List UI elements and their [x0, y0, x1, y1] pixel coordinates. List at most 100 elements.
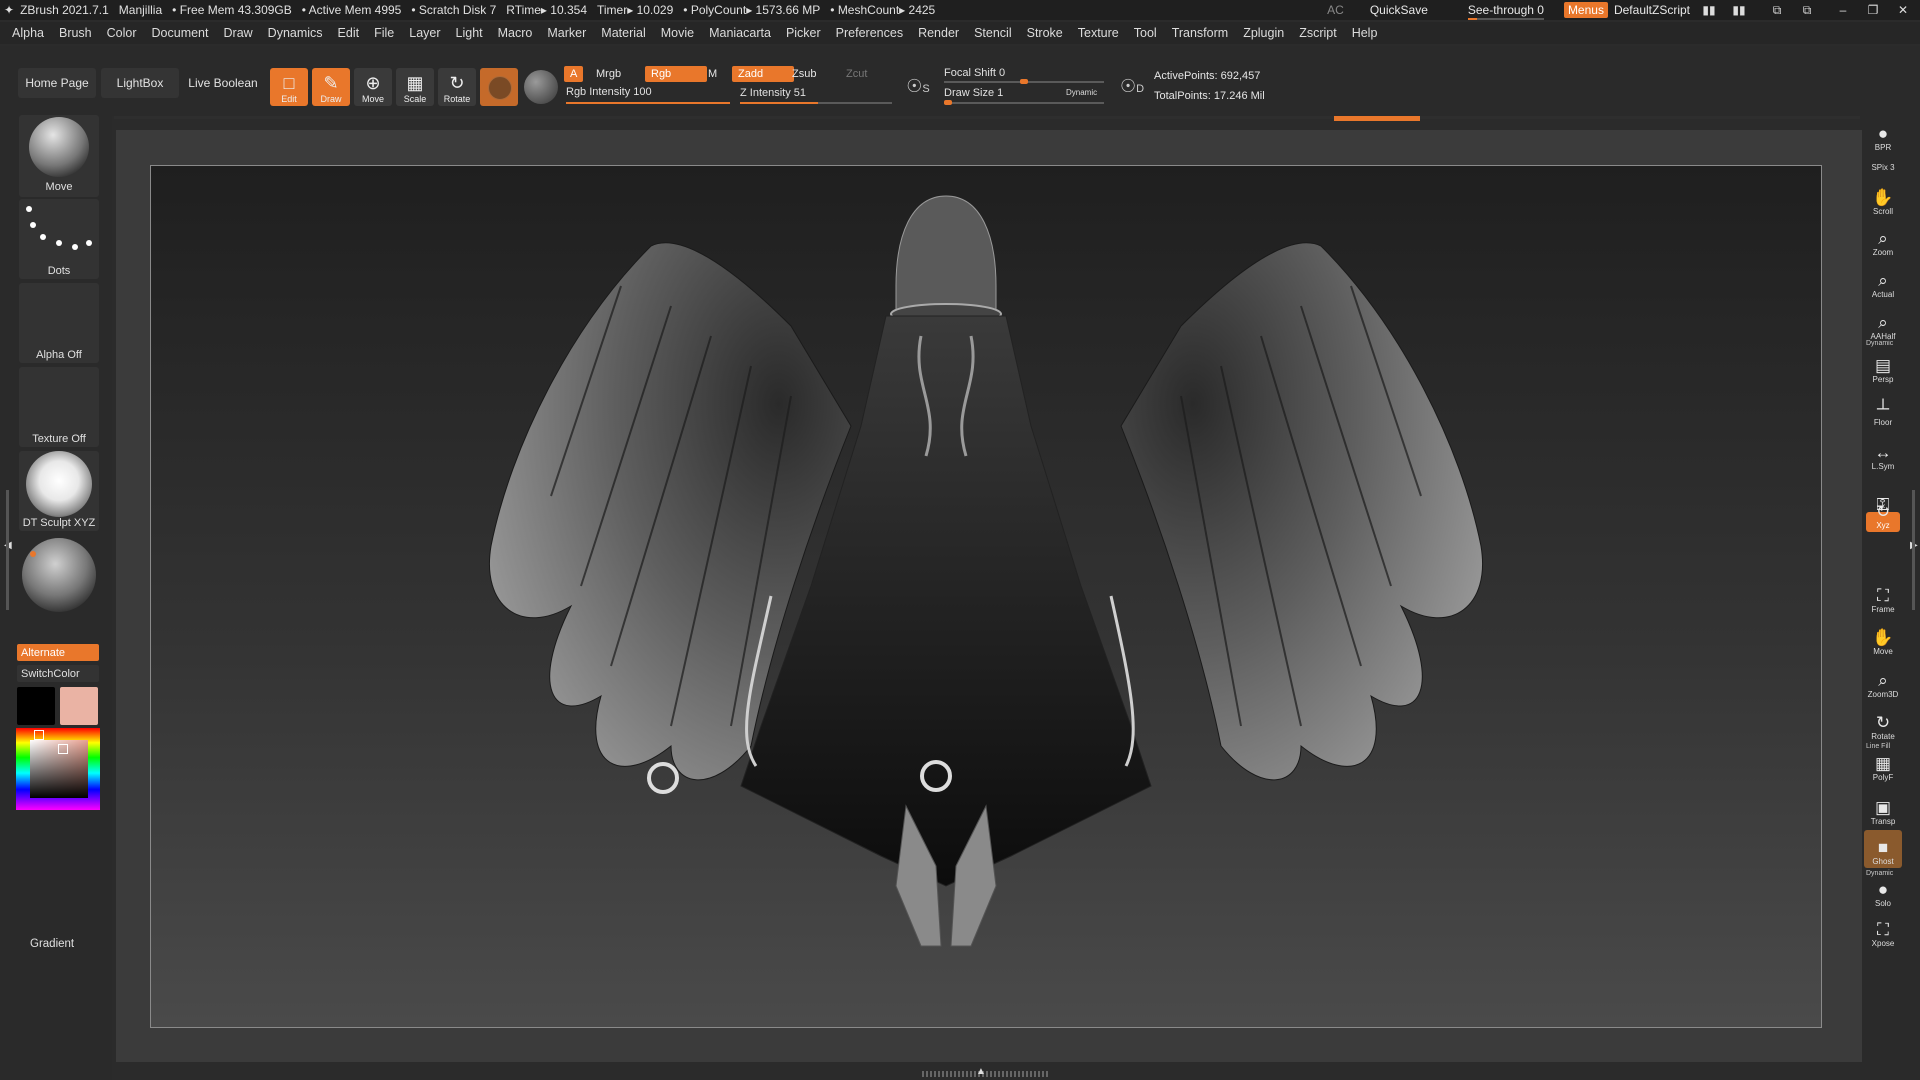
polyf-button[interactable]: ▦ PolyF	[1864, 746, 1902, 784]
menu-tool[interactable]: Tool	[1134, 26, 1157, 40]
frame-button[interactable]: ⛶ Frame	[1864, 578, 1902, 616]
quicksave-button[interactable]: QuickSave	[1370, 3, 1428, 17]
m-button[interactable]: M	[702, 66, 723, 82]
ac-button[interactable]: AC	[1327, 3, 1344, 17]
menu-alpha[interactable]: Alpha	[12, 26, 44, 40]
secondary-color-swatch[interactable]	[60, 687, 98, 725]
aahalf-button[interactable]: ⌕ AAHalf	[1864, 305, 1902, 343]
layout-icon[interactable]: ▮▮	[1698, 3, 1720, 17]
menu-document[interactable]: Document	[152, 26, 209, 40]
bpr-button[interactable]: ● BPR	[1864, 116, 1902, 154]
color-picker[interactable]	[16, 728, 100, 810]
zsub-button[interactable]: Zsub	[786, 66, 822, 82]
menu-file[interactable]: File	[374, 26, 394, 40]
edit-button[interactable]: □ Edit	[270, 68, 308, 106]
minimize-icon[interactable]: –	[1832, 3, 1854, 17]
move-button[interactable]: ✋ Move	[1864, 620, 1902, 658]
menu-edit[interactable]: Edit	[338, 26, 360, 40]
solo-button[interactable]: ● Solo	[1864, 872, 1902, 910]
rotate-button[interactable]: ↻ Rotate	[438, 68, 476, 106]
lightbox-button[interactable]: LightBox	[101, 68, 179, 98]
timer: Timer▸ 10.029	[597, 3, 674, 17]
menu-maniacarta[interactable]: Maniacarta	[709, 26, 771, 40]
right-tray-divider[interactable]	[1912, 490, 1915, 610]
persp-label: Persp	[1872, 375, 1894, 384]
scroll-button[interactable]: ✋ Scroll	[1864, 180, 1902, 218]
menu-preferences[interactable]: Preferences	[836, 26, 903, 40]
matcap-sphere-icon[interactable]	[22, 538, 96, 612]
menu-draw[interactable]: Draw	[224, 26, 253, 40]
draw-button[interactable]: ✎ Draw	[312, 68, 350, 106]
menu-macro[interactable]: Macro	[498, 26, 533, 40]
persp-icon: ▤	[1874, 356, 1892, 375]
rgb-intensity-slider[interactable]: Rgb Intensity 100	[566, 86, 730, 104]
bottom-tray-arrow-icon[interactable]: ▲	[976, 1066, 986, 1077]
document-scroll-indicator[interactable]	[1334, 116, 1420, 121]
zoom-button[interactable]: ⌕ Zoom	[1864, 221, 1902, 259]
default-zscript-button[interactable]: DefaultZScript	[1614, 3, 1690, 17]
transp-button[interactable]: ▣ Transp	[1864, 790, 1902, 828]
menu-dynamics[interactable]: Dynamics	[268, 26, 323, 40]
menu-transform[interactable]: Transform	[1172, 26, 1229, 40]
zoom-label: Zoom	[1872, 248, 1894, 257]
menus-button[interactable]: Menus	[1563, 2, 1608, 18]
menu-brush[interactable]: Brush	[59, 26, 92, 40]
lsym-button[interactable]: ↔ L.Sym	[1864, 435, 1902, 473]
xyz-button[interactable]: ↻ Xyz	[1866, 503, 1900, 532]
ghost-button[interactable]: ■ Ghost	[1864, 830, 1902, 868]
solo-icon: ●	[1877, 880, 1889, 899]
z-intensity-slider[interactable]: Z Intensity 51	[740, 87, 892, 104]
layout-2-icon[interactable]: ▮▮	[1728, 3, 1750, 17]
rgb-button[interactable]: Rgb	[645, 66, 707, 82]
home-page-button[interactable]: Home Page	[18, 68, 96, 98]
focal-shift-slider[interactable]: Focal Shift 0	[944, 67, 1104, 84]
menu-light[interactable]: Light	[456, 26, 483, 40]
live-boolean-button[interactable]: Live Boolean	[184, 68, 262, 98]
menu-material[interactable]: Material	[601, 26, 645, 40]
light-position-marker[interactable]	[30, 551, 36, 557]
mrgb-button[interactable]: Mrgb	[590, 66, 627, 82]
move-button[interactable]: ⊕ Move	[354, 68, 392, 106]
menu-zplugin[interactable]: Zplugin	[1243, 26, 1284, 40]
dynamic-toggle[interactable]: Dynamic	[1066, 88, 1097, 97]
bottom-tray-handle[interactable]	[922, 1071, 1050, 1077]
menu-render[interactable]: Render	[918, 26, 959, 40]
floor-label: Floor	[1873, 418, 1893, 427]
menu-zscript[interactable]: Zscript	[1299, 26, 1337, 40]
actual-button[interactable]: ⌕ Actual	[1864, 263, 1902, 301]
restore-icon[interactable]: ⧉	[1796, 3, 1818, 18]
menu-help[interactable]: Help	[1352, 26, 1378, 40]
menu-color[interactable]: Color	[107, 26, 137, 40]
floor-button[interactable]: ┴ Floor	[1864, 391, 1902, 429]
scale-button[interactable]: ▦ Scale	[396, 68, 434, 106]
zadd-button[interactable]: Zadd	[732, 66, 794, 82]
zoom3d-button[interactable]: ⌕ Zoom3D	[1864, 663, 1902, 701]
dynamic-d-icon[interactable]: ☉D	[1116, 76, 1148, 108]
switch-color-button[interactable]: SwitchColor	[17, 665, 99, 682]
menu-picker[interactable]: Picker	[786, 26, 821, 40]
viewport-canvas[interactable]	[150, 165, 1822, 1028]
menu-layer[interactable]: Layer	[409, 26, 440, 40]
a-button[interactable]: A	[564, 66, 584, 82]
spix-button[interactable]: SPix 3	[1864, 156, 1902, 174]
see-through-slider[interactable]: See-through 0	[1467, 3, 1544, 20]
material-sphere-button[interactable]	[480, 68, 518, 106]
menu-marker[interactable]: Marker	[547, 26, 586, 40]
alternate-button[interactable]: Alternate	[17, 644, 99, 661]
menu-stroke[interactable]: Stroke	[1027, 26, 1063, 40]
main-color-swatch[interactable]	[17, 687, 55, 725]
zcut-button[interactable]: Zcut	[840, 66, 873, 82]
xpose-button[interactable]: ⛶ Xpose	[1864, 912, 1902, 950]
lazy-mouse-s-icon[interactable]: ☉S	[902, 76, 934, 108]
gradient-label[interactable]: Gradient	[30, 938, 74, 950]
window-icon[interactable]: ⧉	[1766, 3, 1788, 18]
menu-texture[interactable]: Texture	[1078, 26, 1119, 40]
rotate-button[interactable]: ↻ Rotate	[1864, 705, 1902, 743]
close-icon[interactable]: ✕	[1892, 3, 1914, 17]
menu-stencil[interactable]: Stencil	[974, 26, 1012, 40]
menu-movie[interactable]: Movie	[661, 26, 694, 40]
left-tray-divider[interactable]	[6, 490, 9, 610]
persp-button[interactable]: ▤ Persp	[1864, 348, 1902, 386]
brush-alpha-icon[interactable]	[524, 70, 558, 104]
maximize-icon[interactable]: ❐	[1862, 3, 1884, 17]
